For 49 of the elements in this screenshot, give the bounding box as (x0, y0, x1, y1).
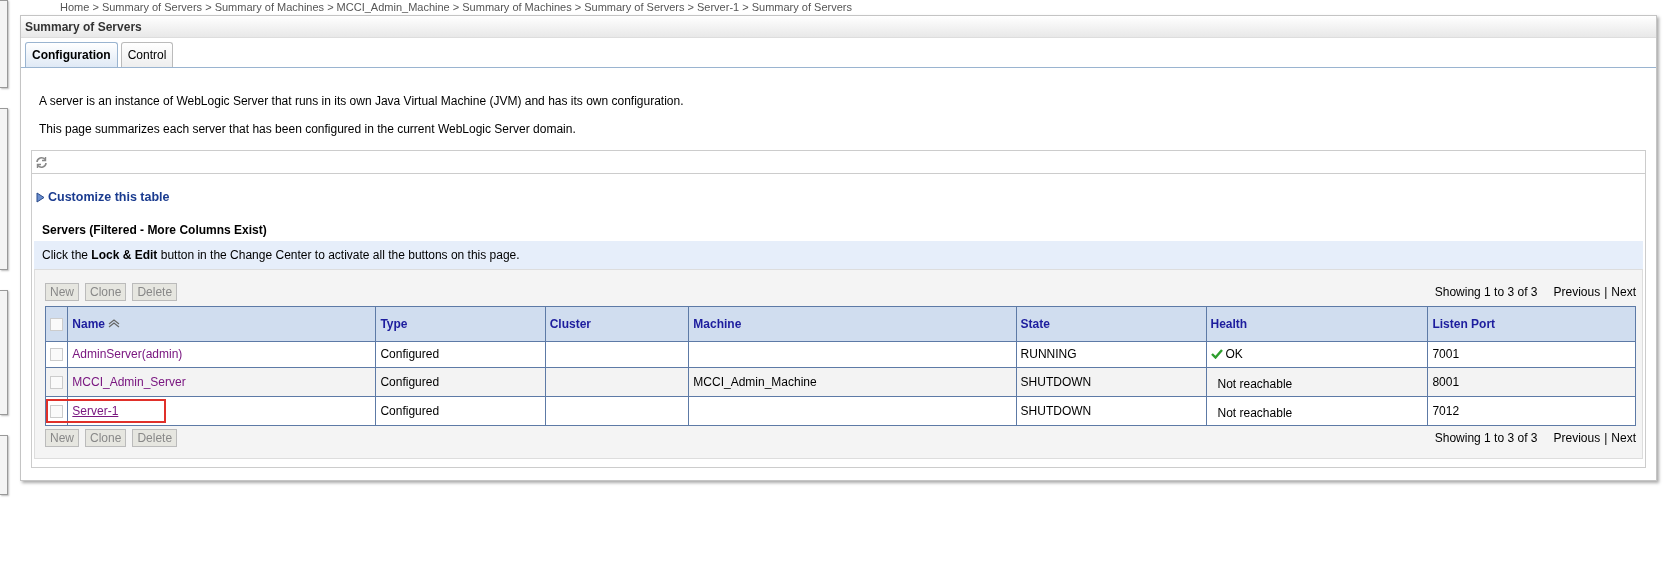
customize-table-link[interactable]: Customize this table (36, 190, 170, 204)
column-header[interactable]: Name (67, 306, 376, 342)
check-icon (1210, 348, 1223, 359)
table-cell: 8001 (1427, 367, 1636, 397)
previous-link[interactable]: Previous (1553, 284, 1601, 299)
server-name-link[interactable]: MCCI_Admin_Server (72, 374, 186, 389)
table-cell: Configured (375, 396, 546, 426)
table-cell: SHUTDOWN (1016, 367, 1206, 397)
side-panel (0, 435, 8, 495)
pagination-summary: Showing 1 to 3 of 3 (1434, 284, 1538, 299)
table-cell: Configured (375, 341, 546, 368)
column-header[interactable]: Type (375, 306, 546, 342)
separator: | (1604, 430, 1608, 445)
column-header[interactable]: Machine (688, 306, 1017, 342)
table-title: Servers (Filtered - More Columns Exist) (42, 222, 268, 237)
sort-icon[interactable] (108, 319, 120, 329)
health-status: Not reachable (1217, 376, 1293, 391)
separator: | (1604, 284, 1608, 299)
table-cell: Configured (375, 367, 546, 397)
table-cell: SHUTDOWN (1016, 396, 1206, 426)
select-all-checkbox[interactable] (50, 317, 63, 331)
next-link[interactable]: Next (1611, 284, 1636, 299)
column-header[interactable]: Listen Port (1427, 306, 1636, 342)
health-status: OK (1225, 346, 1243, 361)
panel-title: Summary of Servers (21, 16, 1656, 38)
server-name-link[interactable]: AdminServer(admin) (72, 347, 183, 362)
description-text: This page summarizes each server that has been configured in the current WebLogic Server domain. (39, 122, 577, 136)
pagination-summary: Showing 1 to 3 of 3 (1434, 430, 1538, 445)
description-text: A server is an instance of WebLogic Server that runs in its own Java Virtual Machine (JVM) and has its own configuration. (39, 94, 685, 108)
column-header[interactable]: State (1016, 306, 1206, 342)
triangle-icon (36, 191, 45, 203)
breadcrumb: Home > Summary of Servers > Summary of Machines > MCCI_Admin_Machine > Summary of Machines > Summary of Servers > Server-1 > Summary of Servers (59, 0, 853, 15)
table-cell: 7012 (1427, 396, 1636, 426)
row-checkbox[interactable] (50, 405, 63, 418)
column-header[interactable]: Cluster (545, 306, 689, 342)
next-link[interactable]: Next (1611, 430, 1636, 445)
previous-link[interactable]: Previous (1553, 430, 1601, 445)
refresh-icon[interactable] (35, 155, 48, 169)
health-status: Not reachable (1217, 405, 1293, 420)
server-name-link[interactable]: Server-1 (72, 403, 119, 418)
table-cell: MCCI_Admin_Machine (688, 367, 1017, 397)
tab[interactable]: Control (120, 42, 174, 67)
tab[interactable]: Configuration (25, 42, 118, 67)
row-checkbox[interactable] (50, 376, 63, 389)
column-header[interactable]: Health (1206, 306, 1428, 342)
table-cell: 7001 (1427, 341, 1636, 368)
info-message: Click the Lock & Edit button in the Change Center to activate all the buttons on this page. (34, 240, 1643, 269)
row-checkbox[interactable] (50, 348, 63, 362)
table-cell: RUNNING (1016, 341, 1206, 368)
